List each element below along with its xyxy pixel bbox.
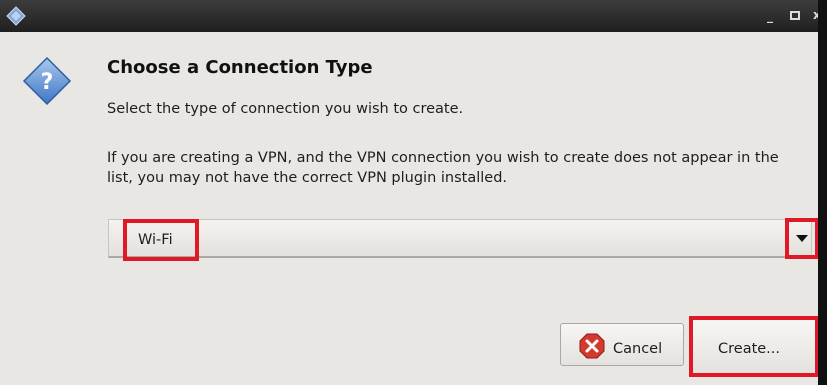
create-button-label: Create... — [718, 341, 781, 357]
dialog-heading: Choose a Connection Type — [107, 57, 373, 78]
question-icon: ? — [22, 56, 72, 110]
minimize-button[interactable]: _ — [767, 9, 773, 23]
connection-type-dropdown[interactable] — [108, 219, 812, 258]
app-diamond-icon[interactable] — [6, 6, 26, 30]
dialog-subtext: Select the type of connection you wish t… — [107, 101, 464, 117]
cancel-button-label: Cancel — [613, 341, 663, 357]
dialog-window: _ x ? Choose a Connection Type Select th… — [0, 0, 827, 385]
connection-type-selected[interactable]: Wi-Fi — [123, 219, 199, 261]
dialog-explanation: If you are creating a VPN, and the VPN c… — [107, 150, 779, 186]
cancel-icon — [579, 333, 605, 363]
cancel-button[interactable]: Cancel — [560, 323, 684, 366]
create-button[interactable]: Create... — [689, 316, 819, 377]
window-edge — [818, 0, 827, 385]
maximize-button[interactable] — [790, 11, 800, 20]
chevron-down-icon — [796, 235, 808, 242]
svg-text:?: ? — [41, 70, 54, 95]
titlebar: _ x — [0, 0, 827, 32]
dropdown-toggle[interactable] — [785, 218, 819, 259]
